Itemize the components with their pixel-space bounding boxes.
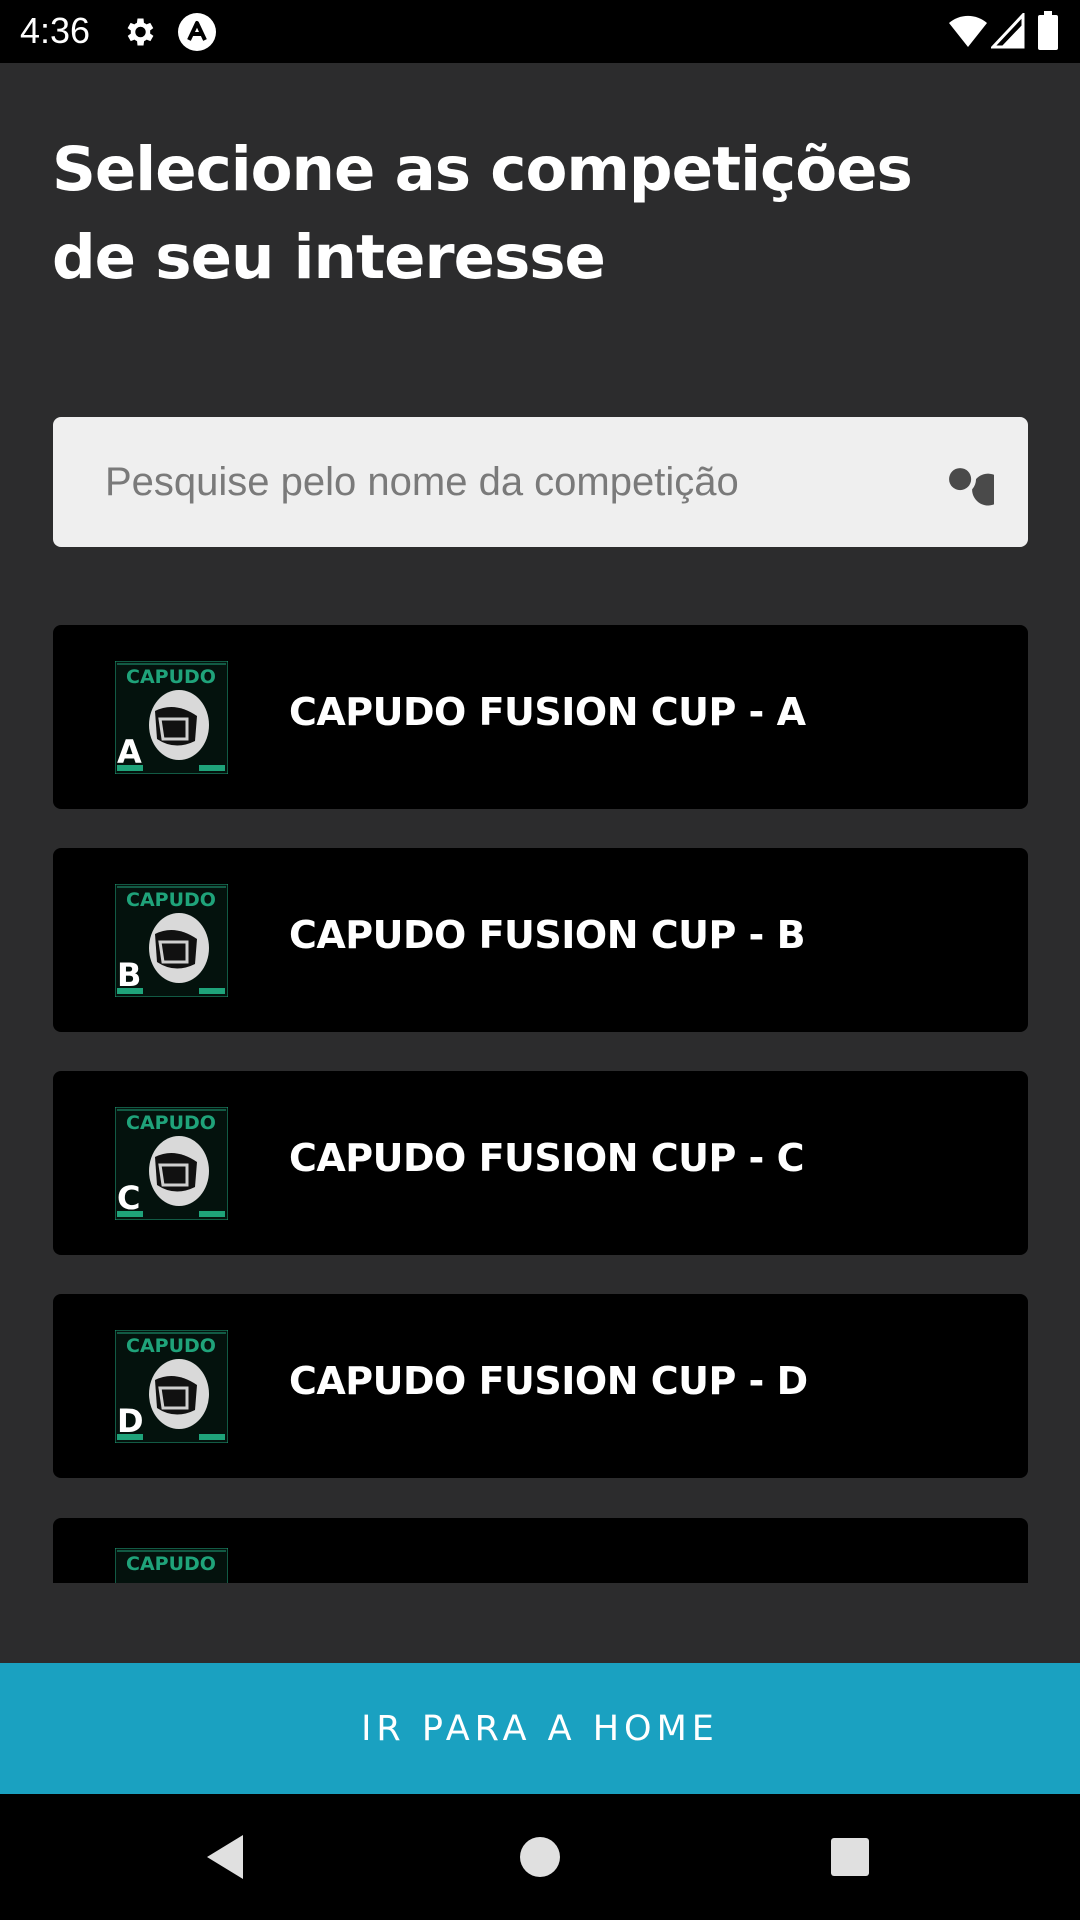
competition-name: CAPUDO FUSION CUP - D xyxy=(289,1359,808,1403)
page-title: Selecione as competições de seu interess… xyxy=(52,126,1012,302)
status-time: 4:36 xyxy=(20,10,91,51)
go-home-button[interactable]: IR PARA A HOME xyxy=(0,1663,1080,1794)
logo-text: CAPUDO xyxy=(126,666,216,688)
competition-name: CAPUDO FUSION CUP - C xyxy=(289,1136,804,1180)
competition-logo: CAPUDO D xyxy=(115,1330,228,1443)
competition-card-c[interactable]: CAPUDO C CAPUDO FUSION CUP - C xyxy=(53,1071,1028,1255)
logo-text: CAPUDO xyxy=(126,1335,216,1357)
back-icon[interactable] xyxy=(195,1827,255,1887)
search-icon[interactable] xyxy=(938,457,994,513)
logo-badge-letter: C xyxy=(117,1179,140,1217)
logo-badge-letter: B xyxy=(117,956,141,994)
competition-card-e[interactable]: CAPUDO xyxy=(53,1518,1028,1583)
logo-text: CAPUDO xyxy=(126,1112,216,1134)
home-icon[interactable] xyxy=(510,1827,570,1887)
signal-icon xyxy=(991,13,1025,49)
search-input[interactable] xyxy=(105,417,905,547)
competition-logo: CAPUDO xyxy=(115,1548,228,1583)
search-box[interactable] xyxy=(53,417,1028,547)
status-bar: 4:36 xyxy=(0,0,1080,63)
navigation-bar xyxy=(0,1794,1080,1920)
competition-card-d[interactable]: CAPUDO D CAPUDO FUSION CUP - D xyxy=(53,1294,1028,1478)
logo-text: CAPUDO xyxy=(126,889,216,911)
logo-badge-letter: A xyxy=(117,733,142,771)
competition-name: CAPUDO FUSION CUP - A xyxy=(289,690,806,734)
battery-icon xyxy=(1038,11,1058,50)
logo-badge-letter: D xyxy=(117,1402,144,1440)
competition-logo: CAPUDO B xyxy=(115,884,228,997)
page-title-line-2: de seu interesse xyxy=(52,222,606,293)
competition-logo: CAPUDO A xyxy=(115,661,228,774)
app-notification-icon xyxy=(178,13,216,51)
recents-icon[interactable] xyxy=(820,1827,880,1887)
page-title-line-1: Selecione as competições xyxy=(52,134,913,205)
competition-name: CAPUDO FUSION CUP - B xyxy=(289,913,806,957)
competition-logo: CAPUDO C xyxy=(115,1107,228,1220)
logo-text: CAPUDO xyxy=(126,1553,216,1575)
wifi-icon xyxy=(949,15,987,47)
gear-icon xyxy=(127,18,154,46)
competition-card-a[interactable]: CAPUDO A CAPUDO FUSION CUP - A xyxy=(53,625,1028,809)
competition-list[interactable]: CAPUDO A CAPUDO FUSION CUP - A CAPUDO B … xyxy=(53,625,1028,1583)
competition-card-b[interactable]: CAPUDO B CAPUDO FUSION CUP - B xyxy=(53,848,1028,1032)
